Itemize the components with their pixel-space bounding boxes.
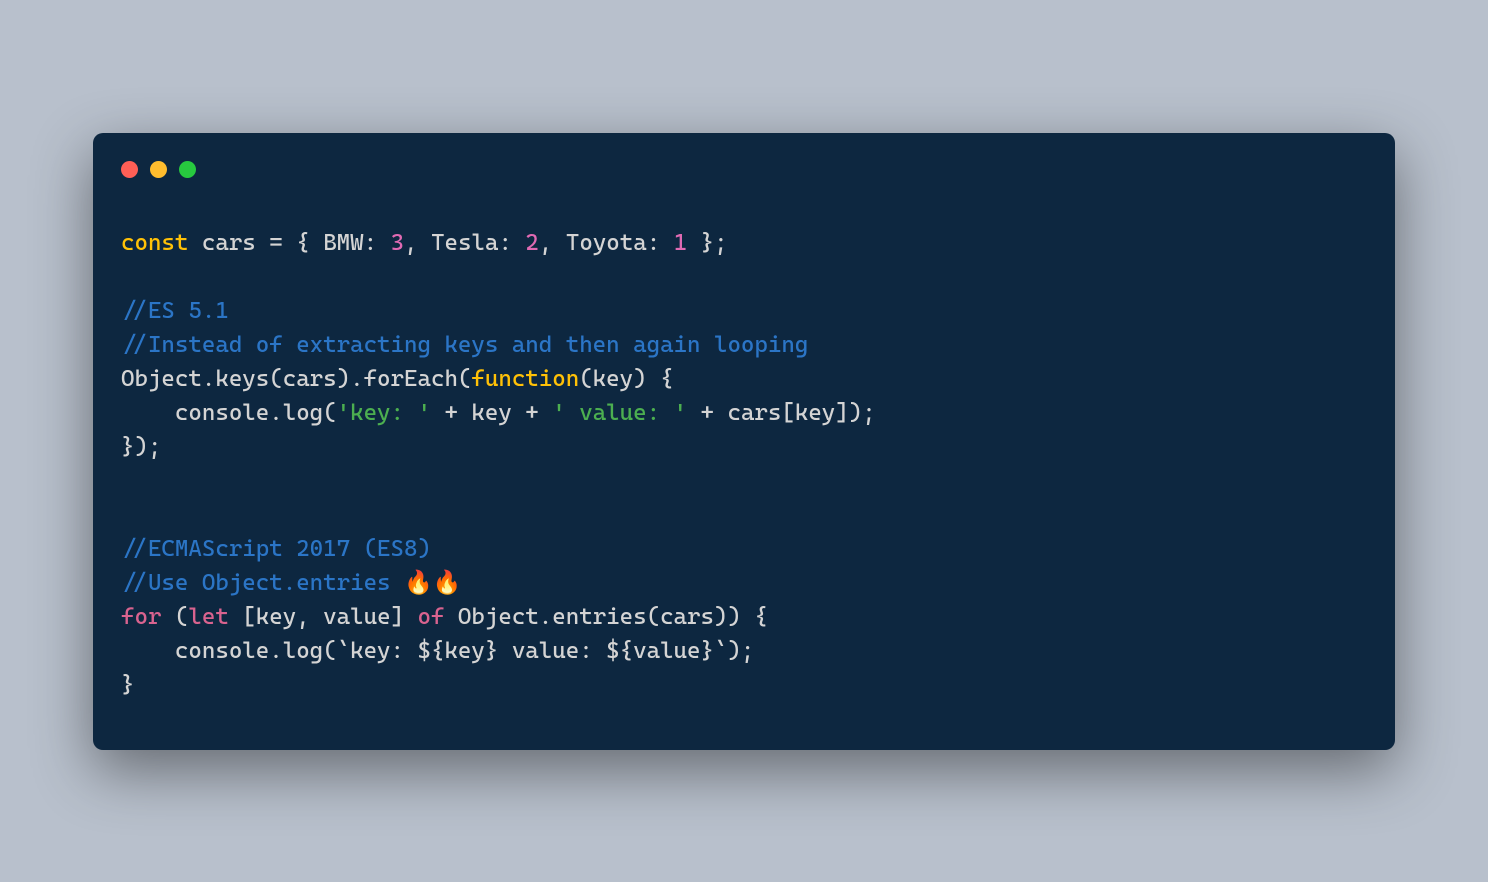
minimize-icon[interactable]: [150, 161, 167, 178]
string-literal: 'key: ': [337, 400, 431, 426]
code-block: const cars = { BMW: 3, Tesla: 2, Toyota:…: [121, 226, 1367, 702]
code-line-5: Object.keys(cars).forEach(function(key) …: [121, 366, 674, 392]
keyword-const: const: [121, 230, 188, 256]
comment: //ECMAScript 2017 (ES8): [121, 536, 431, 562]
maximize-icon[interactable]: [179, 161, 196, 178]
keyword-let: let: [188, 604, 228, 630]
code-window: const cars = { BMW: 3, Tesla: 2, Toyota:…: [93, 133, 1395, 750]
code-line-7: });: [121, 434, 161, 460]
number-literal: 2: [525, 230, 538, 256]
code-line-1: const cars = { BMW: 3, Tesla: 2, Toyota:…: [121, 230, 728, 256]
number-literal: 3: [391, 230, 404, 256]
close-icon[interactable]: [121, 161, 138, 178]
code-line-12: for (let [key, value] of Object.entries(…: [121, 604, 768, 630]
number-literal: 1: [674, 230, 687, 256]
fire-icon: 🔥🔥: [404, 570, 461, 596]
comment: //ES 5.1: [121, 298, 229, 324]
code-line-13: console.log(`key: ${key} value: ${value}…: [121, 638, 754, 664]
code-line-11: //Use Object.entries 🔥🔥: [121, 570, 461, 596]
keyword-of: of: [418, 604, 445, 630]
keyword-function: function: [471, 366, 579, 392]
titlebar: [121, 161, 1367, 178]
keyword-for: for: [121, 604, 161, 630]
comment: //Instead of extracting keys and then ag…: [121, 332, 808, 358]
code-line-14: }: [121, 672, 134, 698]
string-literal: ' value: ': [552, 400, 687, 426]
code-line-6: console.log('key: ' + key + ' value: ' +…: [121, 400, 876, 426]
comment: //Use Object.entries: [121, 570, 404, 596]
